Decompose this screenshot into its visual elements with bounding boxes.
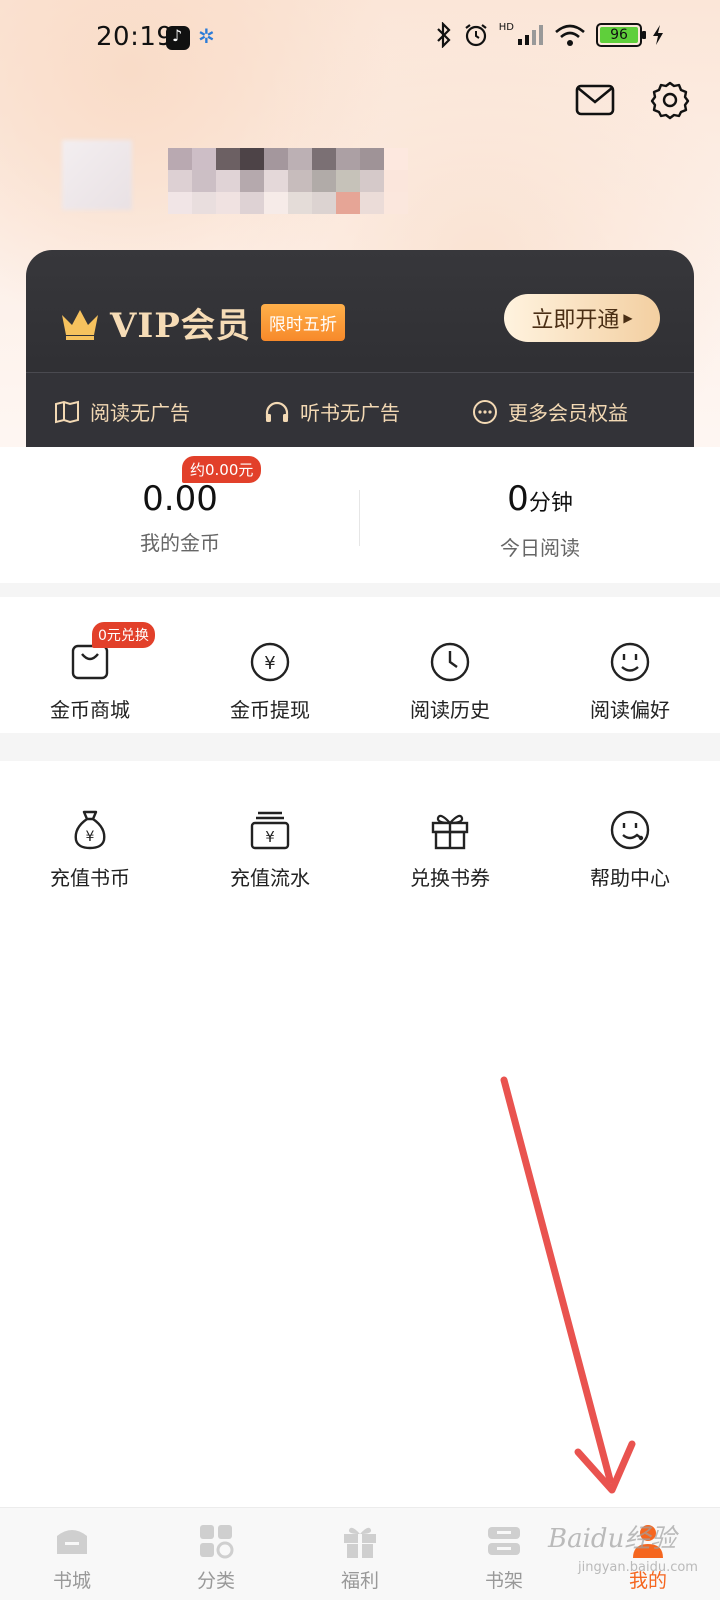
benefit-label: 听书无广告 — [300, 401, 400, 425]
coin-mall-item[interactable]: 金币商城 — [0, 640, 180, 723]
grid-label: 阅读偏好 — [590, 698, 670, 722]
watermark-url: jingyan.baidu.com — [578, 1560, 698, 1575]
service-grid-1: 金币商城 ¥ 金币提现 阅读历史 阅读偏好 — [0, 640, 720, 723]
status-indicators: HD 96 — [435, 22, 664, 48]
reading-label: 今日阅读 — [500, 536, 580, 560]
smile-icon — [610, 642, 650, 682]
reading-unit: 分钟 — [528, 491, 573, 516]
grid-label: 帮助中心 — [590, 866, 670, 890]
nav-category[interactable]: 分类 — [144, 1508, 288, 1600]
nav-label: 书城 — [52, 1570, 91, 1592]
vip-discount-badge: 限时五折 — [260, 304, 345, 341]
coin-value-badge: 约0.00元 — [182, 456, 262, 483]
signal-icon — [518, 25, 543, 45]
coins-label: 我的金币 — [140, 531, 220, 555]
benefit-label: 阅读无广告 — [90, 401, 190, 425]
coin-withdraw-item[interactable]: ¥ 金币提现 — [180, 640, 360, 723]
bookshelf-icon — [488, 1527, 520, 1555]
grid-label: 金币提现 — [230, 698, 310, 722]
svg-text:¥: ¥ — [86, 829, 95, 845]
charging-icon — [653, 25, 663, 45]
vip-open-label: 立即开通 — [531, 308, 620, 333]
battery-icon: 96 — [596, 23, 646, 47]
vip-benefits: 阅读无广告 听书无广告 更多会员权益 — [26, 372, 694, 450]
wifi-icon — [555, 24, 585, 46]
vip-title: VIP会员 — [110, 306, 251, 346]
bookstore-icon — [57, 1530, 87, 1554]
paw-notification-icon: ✲ — [198, 24, 215, 48]
tiktok-notification-icon — [166, 26, 190, 50]
mail-icon[interactable] — [575, 80, 615, 120]
vip-open-button[interactable]: 立即开通 ▶ — [504, 294, 660, 342]
redeem-voucher-item[interactable]: 兑换书券 — [360, 808, 540, 891]
stats-divider — [359, 490, 360, 546]
money-bag-icon: ¥ — [74, 810, 106, 850]
yen-coin-icon: ¥ — [250, 642, 290, 682]
headphones-icon — [265, 401, 289, 422]
reading-value: 0 — [507, 479, 529, 519]
benefit-no-ads-reading[interactable]: 阅读无广告 — [54, 397, 190, 426]
gift-icon — [431, 814, 469, 850]
bluetooth-icon — [436, 22, 451, 48]
grid-label: 兑换书券 — [410, 866, 490, 890]
play-arrow-icon: ▶ — [623, 311, 633, 325]
reading-preference-item[interactable]: 阅读偏好 — [540, 640, 720, 723]
reading-history-item[interactable]: 阅读历史 — [360, 640, 540, 723]
gear-icon[interactable] — [650, 80, 690, 120]
stats-panel: 0.00 我的金币 0分钟 今日阅读 — [0, 447, 720, 583]
benefit-label: 更多会员权益 — [508, 401, 628, 425]
vip-card[interactable]: VIP会员 限时五折 立即开通 ▶ 阅读无广告 听书无广告 更多会员权益 — [26, 250, 694, 450]
clock-icon — [430, 642, 470, 682]
section-divider — [0, 733, 720, 761]
help-center-item[interactable]: 帮助中心 — [540, 808, 720, 891]
coins-stat[interactable]: 0.00 我的金币 — [0, 477, 360, 556]
benefit-no-ads-listening[interactable]: 听书无广告 — [264, 397, 400, 426]
status-bar: 20:19 ✲ HD 96 — [0, 0, 720, 80]
benefit-more[interactable]: 更多会员权益 — [472, 397, 628, 426]
watermark: Baidu经验 — [548, 1524, 677, 1554]
alarm-icon — [465, 24, 487, 47]
section-divider — [0, 583, 720, 597]
nav-welfare[interactable]: 福利 — [288, 1508, 432, 1600]
crown-icon — [62, 309, 98, 340]
grid-label: 阅读历史 — [410, 698, 490, 722]
book-icon — [55, 400, 79, 423]
more-icon — [473, 399, 497, 424]
zero-exchange-badge: 0元兑换 — [92, 622, 155, 648]
coins-value: 0.00 — [142, 479, 218, 519]
avatar[interactable] — [62, 140, 132, 210]
wallet-icon: ¥ — [250, 811, 290, 850]
hd-label: HD — [498, 21, 514, 33]
grid-label: 金币商城 — [50, 698, 130, 722]
gift-icon — [344, 1527, 376, 1558]
vip-title-row: VIP会员 限时五折 — [58, 298, 345, 347]
username-pixelated — [168, 148, 408, 214]
nav-label: 分类 — [196, 1570, 235, 1592]
service-grid-2: ¥ 充值书币 ¥ 充值流水 兑换书券 帮助中心 — [0, 808, 720, 891]
support-icon — [610, 810, 650, 850]
svg-text:¥: ¥ — [265, 828, 275, 846]
nav-label: 书架 — [484, 1570, 523, 1592]
svg-text:¥: ¥ — [264, 653, 275, 674]
status-time: 20:19 — [96, 22, 174, 52]
grid-label: 充值书币 — [50, 866, 130, 890]
reading-stat[interactable]: 0分钟 今日阅读 — [360, 477, 720, 561]
recharge-records-item[interactable]: ¥ 充值流水 — [180, 808, 360, 891]
reading-value-row: 0分钟 — [360, 477, 720, 526]
grid-label: 充值流水 — [230, 866, 310, 890]
recharge-coins-item[interactable]: ¥ 充值书币 — [0, 808, 180, 891]
nav-label: 福利 — [340, 1570, 379, 1592]
category-icon — [200, 1525, 234, 1559]
battery-level: 96 — [600, 27, 638, 43]
nav-bookstore[interactable]: 书城 — [0, 1508, 144, 1600]
